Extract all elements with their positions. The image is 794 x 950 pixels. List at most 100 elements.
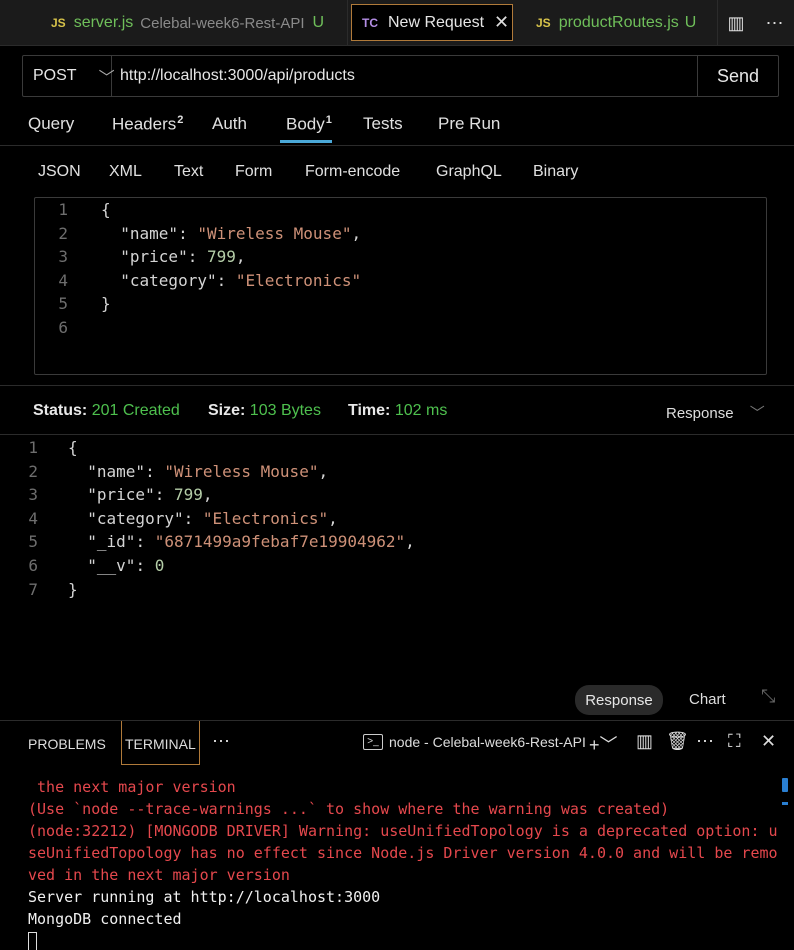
tab-label: Tests	[363, 114, 403, 133]
url-input[interactable]: http://localhost:3000/api/products	[112, 56, 697, 96]
code-text: "category": "Electronics"	[120, 270, 362, 290]
tab-label: productRoutes.js	[558, 14, 679, 31]
tab-bar-actions: ▥ ⋯	[717, 0, 794, 46]
trash-icon[interactable]: 🗑	[666, 731, 689, 752]
line-number: 1	[58, 200, 68, 219]
code-line: 3 "price": 799,	[35, 245, 766, 269]
response-view-select[interactable]: Response ﹀	[666, 402, 765, 423]
code-text: "name": "Wireless Mouse",	[87, 461, 329, 481]
tab-tests[interactable]: Tests	[363, 114, 403, 134]
tab-problems[interactable]: PROBLEMS	[28, 736, 106, 752]
response-view-value: Response	[666, 405, 734, 422]
body-tab-binary[interactable]: Binary	[533, 163, 578, 181]
tab-terminal[interactable]: TERMINAL	[121, 721, 200, 765]
more-actions-icon[interactable]: ⋯	[212, 731, 230, 752]
tab-label: Query	[28, 114, 75, 133]
line-number: 6	[28, 556, 38, 575]
body-tab-form-encode[interactable]: Form-encode	[305, 163, 400, 181]
split-editor-icon[interactable]: ▥	[727, 13, 744, 34]
tab-query[interactable]: Query	[28, 114, 74, 134]
request-url-bar: POST ﹀ http://localhost:3000/api/product…	[22, 55, 779, 97]
code-line: 3 "price": 799,	[0, 483, 794, 507]
tab-pre-run[interactable]: Pre Run	[438, 114, 500, 134]
response-body-viewer: 1{2 "name": "Wireless Mouse", 3 "price": …	[0, 436, 794, 606]
code-line: 4 "category": "Electronics",	[0, 507, 794, 531]
code-line: 4 "category": "Electronics"	[35, 269, 766, 293]
untracked-badge: U	[684, 14, 697, 31]
divider	[0, 145, 794, 146]
chart-toggle-button[interactable]: Chart	[689, 691, 726, 708]
tab-label: Pre Run	[438, 114, 501, 133]
size-indicator: Size: 103 Bytes	[208, 402, 321, 420]
tab-server-js[interactable]: JS server.js Celebal-week6-Rest-API U	[34, 0, 348, 46]
code-text: }	[101, 294, 111, 314]
response-toggle-button[interactable]: Response	[575, 685, 663, 715]
scroll-marker	[782, 802, 788, 805]
code-line: 6 "__v": 0	[0, 554, 794, 578]
close-icon[interactable]: ✕	[494, 12, 509, 33]
tab-label: server.js	[73, 14, 134, 31]
size-label: Size:	[208, 402, 246, 419]
line-number: 5	[58, 294, 68, 314]
terminal-line: MongoDB connected	[28, 910, 182, 928]
method-select[interactable]: POST ﹀	[23, 56, 115, 96]
code-text: "category": "Electronics",	[87, 508, 338, 528]
tab-product-routes-js[interactable]: JS productRoutes.js U	[518, 0, 718, 46]
line-number: 3	[28, 485, 38, 505]
tab-new-request[interactable]: TC New Request ✕	[351, 4, 513, 41]
code-text: {	[68, 438, 78, 457]
thunder-client-icon: TC	[362, 15, 378, 30]
code-line: 6	[35, 316, 766, 340]
line-number: 2	[58, 223, 68, 243]
untracked-badge: U	[312, 14, 325, 31]
time-value: 102 ms	[394, 402, 448, 419]
line-number: 3	[58, 247, 68, 267]
panel-header: PROBLEMS TERMINAL ⋯ >_ node - Celebal-we…	[0, 720, 794, 765]
code-line: 1{	[35, 198, 766, 222]
code-text: "_id": "6871499a9febaf7e19904962",	[87, 532, 415, 552]
code-line: 2 "name": "Wireless Mouse",	[35, 222, 766, 246]
close-panel-icon[interactable]: ✕	[761, 731, 776, 752]
status-indicator: Status: 201 Created	[33, 402, 180, 420]
body-tab-text[interactable]: Text	[174, 163, 203, 181]
terminal-line: (Use `node --trace-warnings ...` to show…	[28, 800, 670, 818]
chevron-down-icon: ﹀	[749, 405, 765, 422]
split-terminal-icon[interactable]: ▥	[636, 731, 653, 752]
status-label: Status:	[33, 402, 88, 419]
code-text: {	[101, 200, 111, 219]
terminal-line: (node:32212) [MONGODB DRIVER] Warning: u…	[28, 822, 778, 840]
javascript-file-icon: JS	[51, 16, 66, 30]
line-number: 5	[28, 532, 38, 552]
tab-label: Auth	[212, 114, 247, 133]
body-tab-json[interactable]: JSON	[38, 163, 81, 181]
code-text: "name": "Wireless Mouse",	[120, 223, 362, 243]
terminal-selector[interactable]: >_ node - Celebal-week6-Rest-API	[363, 734, 586, 750]
terminal-line: seUnifiedTopology has no effect since No…	[28, 844, 778, 862]
tab-label: Headers	[112, 114, 177, 134]
send-button[interactable]: Send	[697, 56, 778, 96]
code-text: "price": 799,	[120, 247, 246, 267]
scrollbar[interactable]	[782, 778, 788, 792]
more-actions-icon[interactable]: ⋯	[696, 731, 714, 752]
active-tab-indicator	[280, 140, 332, 143]
maximize-panel-icon[interactable]: ⛶	[728, 731, 741, 752]
code-line: 5 "_id": "6871499a9febaf7e19904962",	[0, 530, 794, 554]
add-terminal-icon[interactable]: +﹀	[589, 731, 618, 757]
method-value: POST	[33, 67, 77, 84]
status-value: 201 Created	[91, 402, 180, 419]
tab-auth[interactable]: Auth	[212, 114, 247, 134]
tab-headers[interactable]: Headers2	[112, 114, 183, 135]
terminal-output[interactable]: the next major version (Use `node --trace…	[28, 776, 788, 950]
divider	[0, 385, 794, 386]
expand-icon[interactable]: ⤡	[761, 686, 775, 707]
tab-body[interactable]: Body1	[286, 114, 332, 135]
code-text: "__v": 0	[87, 556, 165, 575]
body-tab-graphql[interactable]: GraphQL	[436, 163, 502, 181]
code-line: 5}	[35, 292, 766, 316]
body-tab-form[interactable]: Form	[235, 163, 272, 181]
body-tab-xml[interactable]: XML	[109, 163, 142, 181]
more-actions-icon[interactable]: ⋯	[765, 13, 783, 34]
editor-tab-bar: JS server.js Celebal-week6-Rest-API U TC…	[0, 0, 794, 46]
request-body-editor[interactable]: 1{2 "name": "Wireless Mouse", 3 "price": …	[34, 197, 767, 375]
code-line: 2 "name": "Wireless Mouse",	[0, 460, 794, 484]
